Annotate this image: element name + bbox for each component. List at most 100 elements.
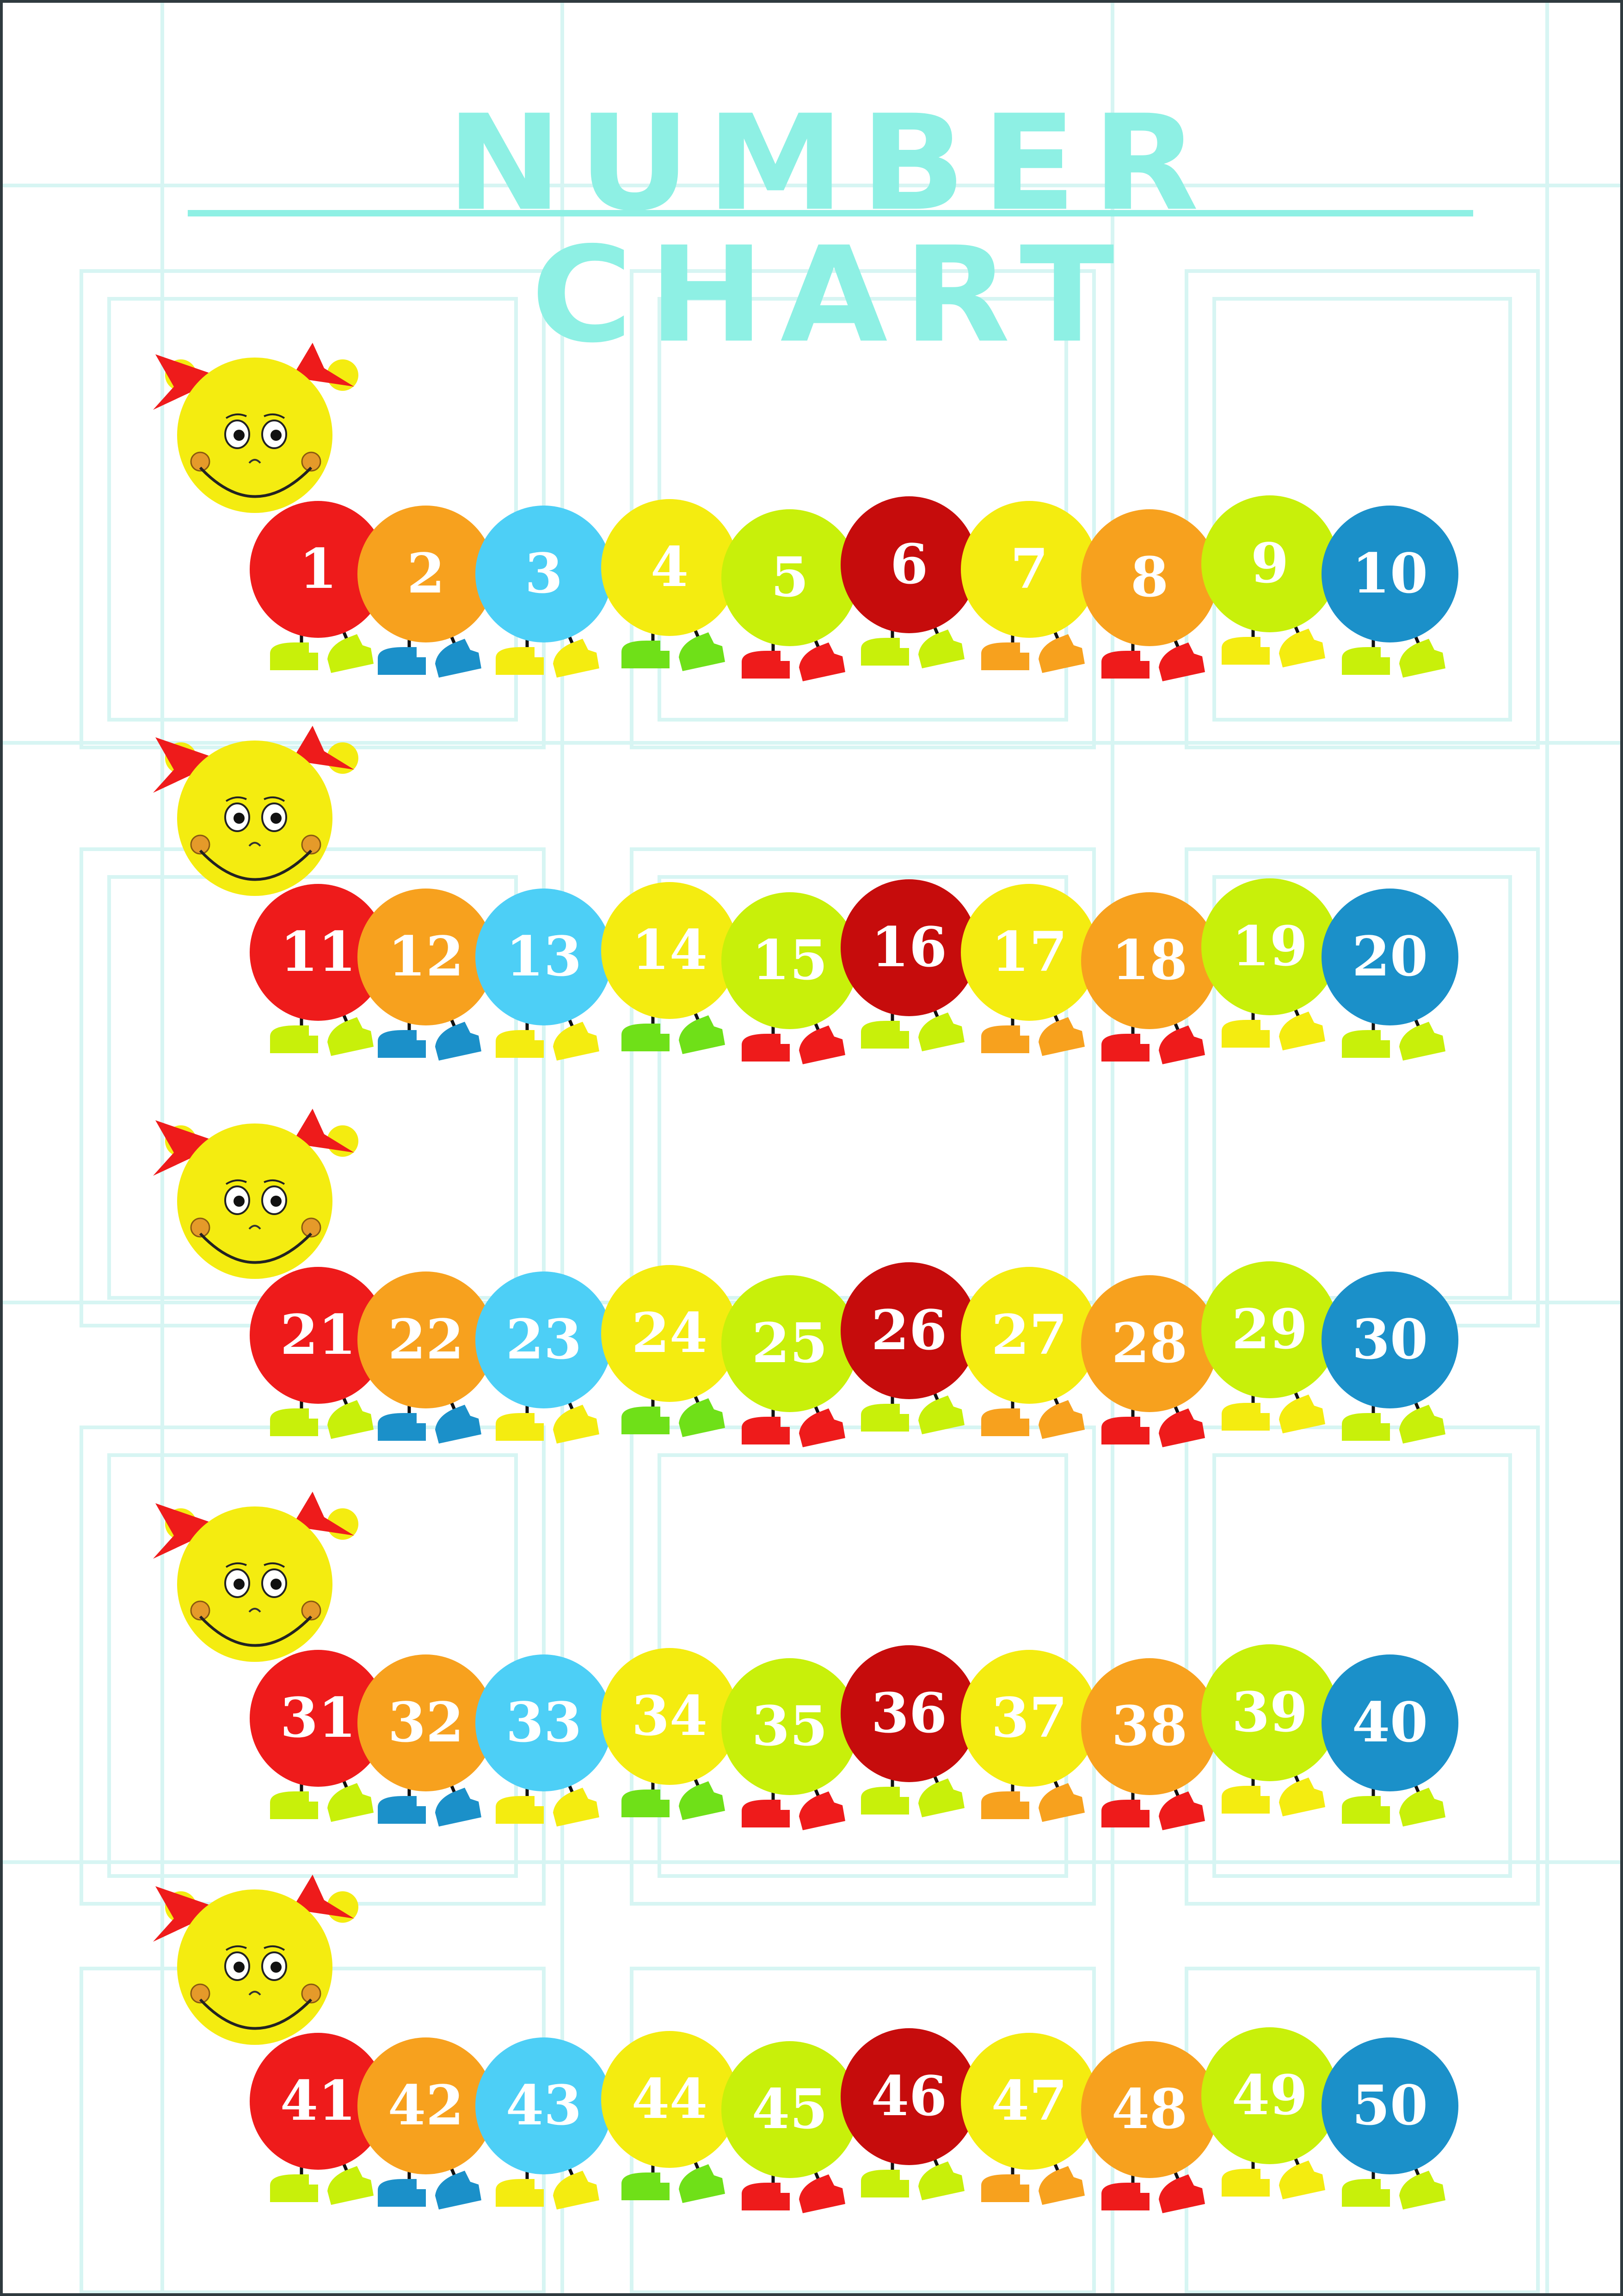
- body-segment: 13: [475, 889, 612, 1025]
- body-segment: 44: [601, 2031, 738, 2168]
- body-segment: 36: [841, 1645, 977, 1782]
- segment-number: 17: [991, 920, 1067, 984]
- number-chart-poster: NUMBER CHART 1 2 3 4 5 6 7 8 9 10 11 12 13 14 15 16 17 18…: [0, 0, 1623, 2296]
- body-segment: 25: [721, 1275, 858, 1412]
- boot-icon: [1159, 1408, 1205, 1447]
- segment-number: 34: [632, 1684, 707, 1748]
- caterpillar: 21 22 23 24 25 26 27 28 29 30: [153, 1109, 1458, 1447]
- body-segment: 49: [1201, 2027, 1338, 2164]
- boot-icon: [861, 1787, 909, 1815]
- body-segment: 2: [357, 506, 494, 642]
- boot-icon: [1159, 1025, 1205, 1064]
- boot-icon: [1399, 1788, 1445, 1827]
- segment-number: 24: [632, 1301, 707, 1365]
- boot-icon: [1101, 1034, 1150, 1062]
- boot-icon: [1342, 647, 1390, 675]
- segment-number: 33: [506, 1690, 582, 1754]
- segment-number: 19: [1232, 914, 1308, 978]
- boot-icon: [799, 1408, 845, 1447]
- segment-number: 38: [1112, 1694, 1187, 1758]
- body-segment: 32: [357, 1654, 494, 1791]
- boot-icon: [1279, 1778, 1325, 1816]
- segment-number: 32: [388, 1690, 464, 1754]
- boot-icon: [1342, 1030, 1390, 1058]
- boot-icon: [1342, 2179, 1390, 2207]
- body-segment: 18: [1081, 892, 1218, 1029]
- caterpillar-body: 1 2 3 4 5 6 7 8 9 10: [250, 495, 1458, 646]
- boot-icon: [799, 1025, 845, 1064]
- segment-number: 36: [871, 1681, 947, 1745]
- body-segment: 3: [475, 506, 612, 642]
- body-segment: 5: [721, 509, 858, 646]
- boot-icon: [378, 647, 426, 675]
- segment-number: 1: [299, 537, 337, 601]
- boot-icon: [327, 2166, 374, 2205]
- boot-icon: [1222, 1786, 1270, 1814]
- boot-icon: [861, 638, 909, 666]
- body-segment: 15: [721, 892, 858, 1029]
- boot-icon: [1159, 2174, 1205, 2213]
- body-segment: 22: [357, 1271, 494, 1408]
- body-segment: 12: [357, 889, 494, 1025]
- body-segment: 38: [1081, 1658, 1218, 1795]
- boot-icon: [553, 1405, 599, 1444]
- segment-number: 46: [871, 2064, 947, 2128]
- boot-icon: [435, 1405, 481, 1444]
- body-segment: 35: [721, 1658, 858, 1795]
- body-segment: 37: [961, 1650, 1098, 1787]
- boot-icon: [679, 1781, 725, 1820]
- body-segment: 4: [601, 499, 738, 636]
- boot-icon: [327, 1017, 374, 1056]
- boot-icon: [679, 632, 725, 671]
- boot-icon: [378, 1030, 426, 1058]
- segment-number: 41: [280, 2068, 356, 2133]
- boot-icon: [1342, 1796, 1390, 1824]
- boot-icon: [1039, 1017, 1085, 1056]
- boot-icon: [1039, 634, 1085, 673]
- segment-number: 2: [407, 541, 445, 605]
- body-segment: 47: [961, 2033, 1098, 2170]
- boot-icon: [742, 651, 790, 679]
- body-segment: 20: [1322, 889, 1458, 1025]
- boot-icon: [918, 2161, 965, 2200]
- caterpillar-body: 31 32 33 34 35 36 37 38 39 40: [250, 1644, 1458, 1795]
- segment-number: 10: [1352, 541, 1428, 605]
- segment-number: 16: [871, 915, 947, 979]
- boot-icon: [270, 1408, 318, 1436]
- boot-icon: [435, 639, 481, 678]
- boot-icon: [799, 1791, 845, 1830]
- boot-icon: [742, 1800, 790, 1827]
- body-segment: 28: [1081, 1275, 1218, 1412]
- boot-icon: [270, 2174, 318, 2202]
- body-segment: 9: [1201, 495, 1338, 632]
- boot-icon: [327, 1400, 374, 1439]
- segment-number: 14: [632, 918, 707, 982]
- body-segment: 7: [961, 501, 1098, 638]
- segment-number: 26: [871, 1298, 947, 1362]
- boot-icon: [435, 2171, 481, 2210]
- boot-icon: [1222, 637, 1270, 665]
- segment-number: 20: [1352, 924, 1428, 988]
- segment-number: 48: [1112, 2077, 1187, 2141]
- boot-icon: [1039, 2166, 1085, 2205]
- segment-number: 49: [1232, 2063, 1308, 2127]
- boot-icon: [981, 1025, 1029, 1053]
- boot-icon: [1222, 1403, 1270, 1431]
- caterpillar-body: 11 12 13 14 15 16 17 18 19 20: [250, 878, 1458, 1029]
- boot-icon: [918, 1395, 965, 1434]
- body-segment: 27: [961, 1267, 1098, 1404]
- segment-number: 22: [388, 1307, 464, 1371]
- boot-icon: [378, 1413, 426, 1441]
- boot-icon: [981, 1791, 1029, 1819]
- segment-number: 40: [1352, 1690, 1428, 1754]
- caterpillar: 31 32 33 34 35 36 37 38 39 40: [153, 1492, 1458, 1830]
- boot-icon: [981, 642, 1029, 670]
- segment-number: 5: [771, 545, 809, 609]
- segment-number: 30: [1352, 1307, 1428, 1371]
- body-segment: 16: [841, 879, 977, 1016]
- segment-number: 12: [388, 924, 464, 988]
- boot-icon: [861, 2170, 909, 2197]
- boot-icon: [861, 1404, 909, 1432]
- boot-icon: [378, 2179, 426, 2207]
- boot-icon: [621, 1790, 670, 1817]
